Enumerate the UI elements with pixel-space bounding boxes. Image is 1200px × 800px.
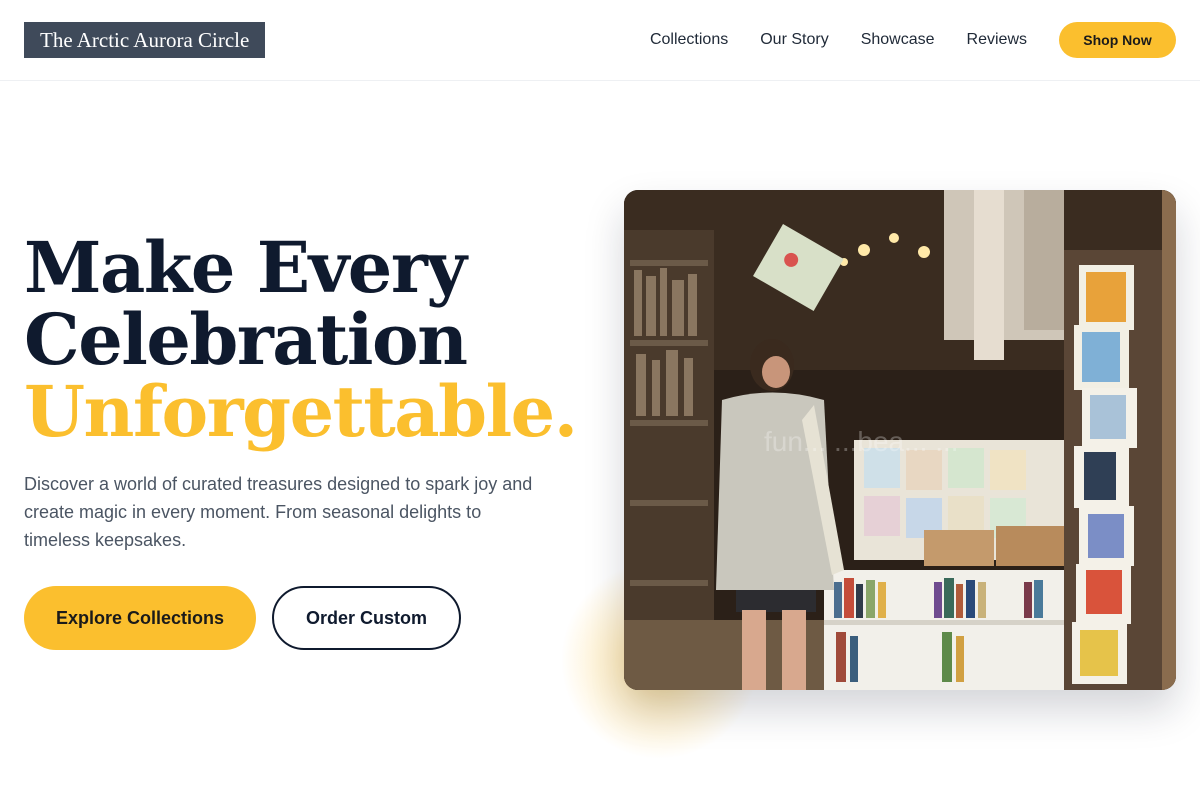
hero-title-accent: Unforgettable. bbox=[24, 370, 578, 453]
explore-collections-button[interactable]: Explore Collections bbox=[24, 586, 256, 650]
shop-interior-photo bbox=[624, 190, 1176, 690]
hero-cta-row: Explore Collections Order Custom bbox=[24, 586, 461, 650]
hero-description: Discover a world of curated treasures de… bbox=[24, 474, 533, 550]
nav-link-showcase[interactable]: Showcase bbox=[861, 31, 935, 49]
order-custom-button[interactable]: Order Custom bbox=[272, 586, 461, 650]
hero-title: Make Every Celebration Unforgettable. bbox=[24, 232, 584, 448]
hero-title-line-1: Make Every bbox=[24, 226, 467, 309]
shop-now-button[interactable]: Shop Now bbox=[1059, 22, 1176, 58]
nav-link-collections[interactable]: Collections bbox=[650, 31, 728, 49]
hero-title-line-2: Celebration bbox=[24, 298, 468, 381]
hero-image: fun... ...bea... ... bbox=[624, 190, 1176, 690]
nav-link-reviews[interactable]: Reviews bbox=[967, 31, 1027, 49]
site-header: The Arctic Aurora Circle Collections Our… bbox=[0, 0, 1200, 81]
nav-link-our-story[interactable]: Our Story bbox=[760, 31, 828, 49]
brand-logo[interactable]: The Arctic Aurora Circle bbox=[24, 22, 266, 58]
main-nav: Collections Our Story Showcase Reviews S… bbox=[650, 22, 1176, 58]
